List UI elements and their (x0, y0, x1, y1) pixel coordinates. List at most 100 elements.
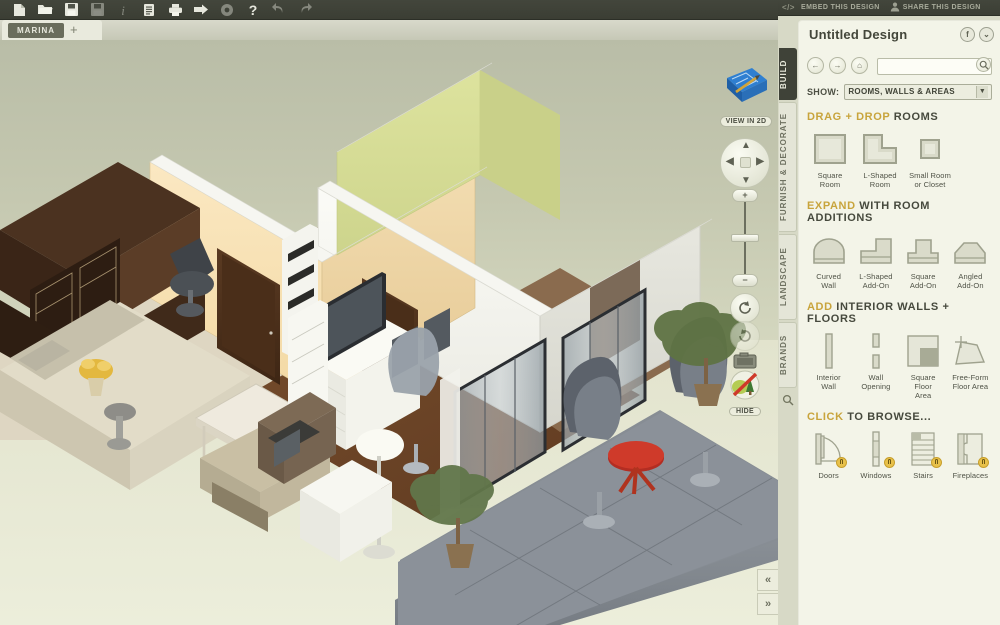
zoom-in-button[interactable]: + (732, 189, 758, 202)
share-this-design-label: SHARE THIS DESIGN (903, 4, 981, 11)
info-icon[interactable]: i (110, 0, 136, 20)
zoom-out-button[interactable]: − (732, 274, 758, 287)
pan-up-arrow-icon[interactable]: ▲ (741, 140, 751, 151)
item-square-floor-area[interactable]: Square FloorArea (902, 330, 945, 400)
design-canvas-3d[interactable]: VIEW IN 2D ▲ ▼ ◀ ▶ + − (0, 40, 778, 625)
item-caption: Stairs (902, 471, 945, 480)
browse-badge-icon (931, 457, 942, 468)
section-rest-word: TO BROWSE... (847, 411, 931, 423)
project-tab-marina[interactable]: MARINA (8, 23, 64, 38)
free-form-floor-area-icon (949, 330, 992, 372)
pan-center-reset-button[interactable] (740, 157, 751, 168)
search-input[interactable] (877, 58, 992, 75)
save-icon[interactable] (58, 0, 84, 20)
nav-back-button[interactable]: ← (807, 57, 824, 74)
svg-text:i: i (121, 3, 125, 17)
show-filter-row: SHOW: ROOMS, WALLS & AREAS ▼ (807, 84, 992, 100)
section-interior-walls-floors: ADD INTERIOR WALLS + FLOORS InteriorWall (807, 301, 992, 400)
search-icon[interactable] (976, 57, 991, 72)
section-accent-word: DRAG + DROP (807, 111, 890, 123)
item-caption: CurvedWall (807, 272, 850, 290)
help-icon[interactable]: ? (240, 0, 266, 20)
window-icon (854, 428, 897, 470)
section-room-additions: EXPAND WITH ROOM ADDITIONS CurvedWall (807, 200, 992, 290)
item-caption: Windows (854, 471, 897, 480)
item-free-form-floor-area[interactable]: Free-FormFloor Area (949, 330, 992, 400)
redo-icon[interactable] (292, 0, 318, 20)
item-wall-opening[interactable]: WallOpening (854, 330, 897, 400)
rotate-clockwise-button[interactable] (730, 321, 760, 351)
panel-search (877, 56, 992, 75)
pan-left-arrow-icon[interactable]: ◀ (726, 156, 734, 167)
angled-addon-icon (949, 229, 992, 271)
settings-icon[interactable] (214, 0, 240, 20)
open-folder-icon[interactable] (32, 0, 58, 20)
save-as-icon[interactable] (84, 0, 110, 20)
section-heading: DRAG + DROP ROOMS (807, 111, 992, 123)
browse-badge-icon (836, 457, 847, 468)
section-heading: CLICK TO BROWSE... (807, 411, 992, 423)
show-filter-select[interactable]: ROOMS, WALLS & AREAS ▼ (844, 84, 992, 100)
print-icon[interactable] (162, 0, 188, 20)
item-doors[interactable]: Doors (807, 428, 850, 480)
item-windows[interactable]: Windows (854, 428, 897, 480)
item-l-shaped-room[interactable]: L-ShapedRoom (857, 128, 903, 189)
item-fireplaces[interactable]: Fireplaces (949, 428, 992, 480)
item-square-addon[interactable]: SquareAdd-On (902, 229, 945, 290)
zoom-slider[interactable]: + − (742, 192, 748, 284)
new-file-icon[interactable] (6, 0, 32, 20)
embed-this-design-button[interactable]: </> EMBED THIS DESIGN (782, 3, 880, 13)
tab-build[interactable]: BUILD (779, 48, 797, 100)
browse-badge-icon (978, 457, 989, 468)
item-l-shaped-addon[interactable]: L-ShapedAdd-On (854, 229, 897, 290)
view-2d-label: VIEW IN 2D (720, 116, 773, 127)
panel-body: ← → ⌂ SHOW: ROOMS, WALLS & AREAS ▼ (798, 48, 1000, 625)
chevron-down-icon[interactable]: ▼ (976, 86, 988, 98)
design-title-bar: Untitled Design f ⌄ (798, 20, 1000, 48)
item-small-room-closet[interactable]: Small Roomor Closet (907, 128, 953, 189)
collapse-right-button[interactable]: » (757, 593, 778, 615)
item-caption: L-ShapedAdd-On (854, 272, 897, 290)
project-tab-group: MARINA + (2, 20, 102, 40)
pan-down-arrow-icon[interactable]: ▼ (741, 175, 751, 186)
tab-brands[interactable]: BRANDS (779, 322, 797, 388)
notes-icon[interactable] (136, 0, 162, 20)
view-in-2d-button[interactable]: VIEW IN 2D (718, 66, 774, 128)
rotate-counterclockwise-button[interactable] (730, 293, 760, 323)
section-accent-word: ADD (807, 301, 833, 313)
share-this-design-button[interactable]: SHARE THIS DESIGN (890, 2, 981, 14)
add-project-tab-button[interactable]: + (70, 24, 78, 36)
view-2d-thumbnail-icon (722, 66, 770, 110)
item-interior-wall[interactable]: InteriorWall (807, 330, 850, 400)
square-addon-icon (902, 229, 945, 271)
section-click-to-browse: CLICK TO BROWSE... Doors (807, 411, 992, 480)
wall-opening-icon (854, 330, 897, 372)
panel-vertical-tabs: BUILD FURNISH & DECORATE LANDSCAPE BRAND… (778, 48, 798, 430)
camera-snapshot-button[interactable] (733, 352, 757, 370)
pan-dpad-control[interactable]: ▲ ▼ ◀ ▶ (720, 138, 770, 188)
item-stairs[interactable]: Stairs (902, 428, 945, 480)
collapse-left-button[interactable]: « (757, 569, 778, 591)
l-shaped-room-icon (857, 128, 903, 170)
item-curved-wall[interactable]: CurvedWall (807, 229, 850, 290)
nav-home-button[interactable]: ⌂ (851, 57, 868, 74)
item-angled-addon[interactable]: AngledAdd-On (949, 229, 992, 290)
export-icon[interactable] (188, 0, 214, 20)
pan-right-arrow-icon[interactable]: ▶ (756, 156, 764, 167)
stairs-icon (902, 428, 945, 470)
magnifier-icon[interactable] (780, 394, 796, 409)
hide-walls-button[interactable]: HIDE (726, 370, 764, 418)
item-square-room[interactable]: SquareRoom (807, 128, 853, 189)
tab-furnish-decorate[interactable]: FURNISH & DECORATE (779, 102, 797, 232)
tab-landscape[interactable]: LANDSCAPE (779, 234, 797, 320)
zoom-slider-handle[interactable] (731, 234, 759, 242)
expand-chevron-icon[interactable]: ⌄ (979, 27, 994, 42)
undo-icon[interactable] (266, 0, 292, 20)
hide-walls-icon (728, 370, 762, 400)
nav-forward-button[interactable]: → (829, 57, 846, 74)
section-items: CurvedWall L-ShapedAdd-On SquareAdd-On (807, 229, 992, 290)
section-heading: ADD INTERIOR WALLS + FLOORS (807, 301, 992, 325)
item-caption: SquareRoom (807, 171, 853, 189)
floorplan-3d-render (0, 40, 778, 625)
facebook-share-icon[interactable]: f (960, 27, 975, 42)
